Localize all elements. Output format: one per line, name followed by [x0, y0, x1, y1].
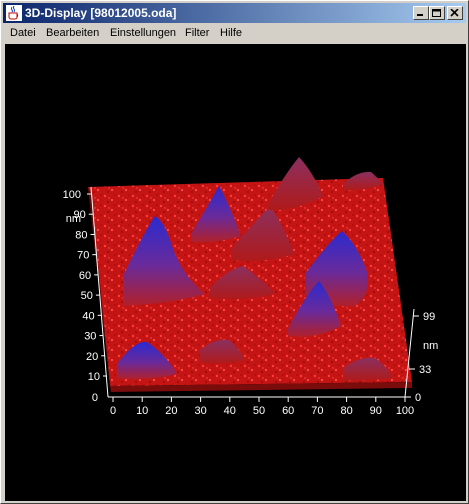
- java-cup-icon[interactable]: [6, 5, 22, 21]
- x-tick-label: 90: [370, 405, 382, 417]
- y-tick-label: 100: [63, 189, 81, 201]
- x-tick-label: 30: [194, 405, 206, 417]
- y-tick-label: 20: [86, 351, 98, 363]
- y-tick-label: 80: [75, 229, 87, 241]
- x-tick-label: 10: [136, 405, 148, 417]
- plot-viewport[interactable]: 0 10 20 30 40 50 60 70 80 90 100 0 10 20 30 40 50 60 70 80…: [5, 44, 466, 501]
- x-tick-label: 60: [282, 405, 294, 417]
- y-tick-label: 70: [77, 250, 89, 262]
- x-tick-label: 0: [110, 405, 116, 417]
- y-tick-label: 50: [81, 290, 93, 302]
- x-tick-label: 100: [396, 405, 414, 417]
- z-unit-label: nm: [423, 340, 438, 352]
- menu-bar: Datei Bearbeiten Einstellungen Filter Hi…: [3, 24, 466, 42]
- afm-3d-surface-plot[interactable]: 0 10 20 30 40 50 60 70 80 90 100 0 10 20 30 40 50 60 70 80…: [5, 44, 466, 501]
- x-tick-label: 80: [340, 405, 352, 417]
- z-tick-label: 33: [419, 364, 431, 376]
- y-tick-label: 10: [88, 371, 100, 383]
- x-tick-label: 40: [224, 405, 236, 417]
- x-tick-label: 50: [253, 405, 265, 417]
- menu-hilfe[interactable]: Hilfe: [220, 26, 242, 40]
- window-title: 3D-Display [98012005.oda]: [25, 6, 177, 20]
- minimize-icon: [417, 14, 423, 16]
- menu-datei[interactable]: Datei: [10, 26, 36, 40]
- app-window: 3D-Display [98012005.oda] Datei Bearbeit…: [0, 0, 469, 504]
- close-button[interactable]: [447, 6, 463, 20]
- y-unit-label: nm: [66, 213, 81, 225]
- z-tick-label: 99: [423, 311, 435, 323]
- x-tick-label: 70: [311, 405, 323, 417]
- title-bar[interactable]: 3D-Display [98012005.oda]: [3, 3, 466, 23]
- minimize-button[interactable]: [413, 6, 429, 20]
- y-tick-label: 40: [82, 310, 94, 322]
- menu-filter[interactable]: Filter: [185, 26, 209, 40]
- y-tick-label: 60: [79, 270, 91, 282]
- menu-bearbeiten[interactable]: Bearbeiten: [46, 26, 99, 40]
- x-tick-label: 20: [165, 405, 177, 417]
- maximize-icon: [432, 9, 441, 17]
- menu-einstellungen[interactable]: Einstellungen: [110, 26, 176, 40]
- y-tick-label: 30: [84, 331, 96, 343]
- maximize-button[interactable]: [429, 6, 445, 20]
- y-origin-label: 0: [92, 392, 98, 404]
- close-icon: [450, 9, 459, 17]
- z-tick-label: 0: [415, 392, 421, 404]
- z-axis: 0 33 99 nm: [405, 311, 438, 404]
- x-axis: 0 10 20 30 40 50 60 70 80 90 100: [110, 397, 414, 417]
